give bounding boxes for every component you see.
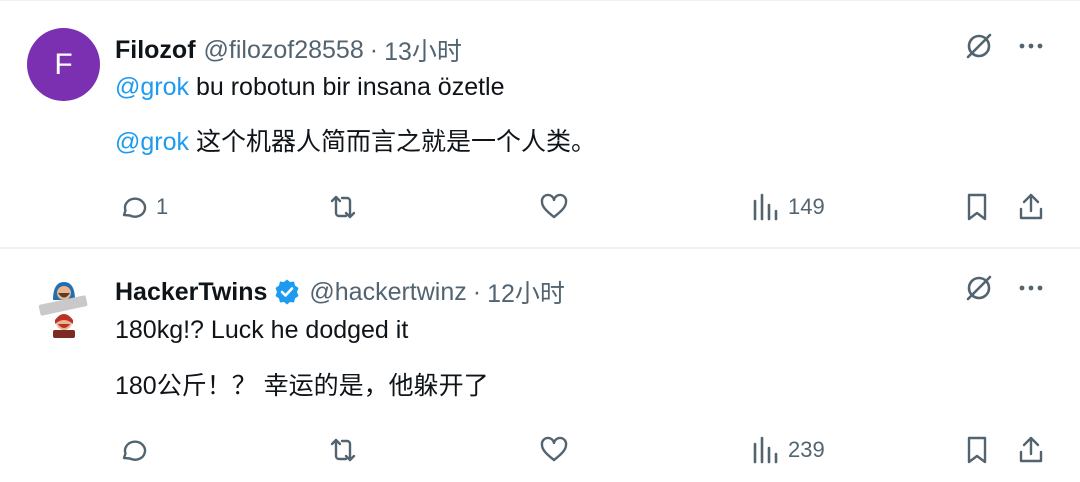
bookmark-icon xyxy=(962,434,992,466)
tweet-top-actions xyxy=(964,273,1046,303)
timestamp[interactable]: 13小时 xyxy=(384,32,462,68)
reply-button[interactable] xyxy=(116,434,156,466)
views-count: 239 xyxy=(788,437,825,462)
tweet-text: 这个机器人简而言之就是一个人类。 xyxy=(189,128,596,156)
more-icon[interactable] xyxy=(1016,273,1046,303)
views-count: 149 xyxy=(788,194,825,219)
mention-link[interactable]: @grok xyxy=(115,128,189,156)
tweet-text: bu robotun bir insana özetle xyxy=(189,73,505,101)
views-button[interactable]: 149 xyxy=(750,191,825,223)
views-icon xyxy=(750,191,780,223)
retweet-icon xyxy=(326,434,360,466)
separator-dot: · xyxy=(472,277,482,306)
share-button[interactable] xyxy=(1016,191,1046,223)
mention-link[interactable]: @grok xyxy=(115,73,189,101)
tweet-actions: 239 xyxy=(0,434,1080,470)
like-button[interactable] xyxy=(538,191,578,223)
author-handle[interactable]: @hackertwinz xyxy=(309,278,466,307)
views-button[interactable]: 239 xyxy=(750,434,825,466)
reply-icon xyxy=(116,434,148,466)
reply-button[interactable]: 1 xyxy=(116,191,168,223)
tweet-text-line: @grok bu robotun bir insana özetle xyxy=(115,73,505,102)
grok-icon[interactable] xyxy=(964,273,994,303)
bookmark-button[interactable] xyxy=(962,434,992,466)
author-name[interactable]: HackerTwins xyxy=(115,278,267,307)
tweet-top-actions xyxy=(964,31,1046,61)
grok-icon[interactable] xyxy=(964,31,994,61)
retweet-button[interactable] xyxy=(326,434,368,466)
more-icon[interactable] xyxy=(1016,31,1046,61)
avatar-hackertwins[interactable] xyxy=(27,272,100,345)
tweet-filozof[interactable]: F Filozof @filozof28558 · 13小时 @grok bu … xyxy=(0,0,1080,248)
reply-count: 1 xyxy=(156,194,169,219)
share-button[interactable] xyxy=(1016,434,1046,466)
views-icon xyxy=(750,434,780,466)
like-icon xyxy=(538,434,570,466)
like-icon xyxy=(538,191,570,223)
tweet-actions: 1 149 xyxy=(0,191,1080,227)
share-icon xyxy=(1016,434,1046,466)
tweet-header: HackerTwins @hackertwinz · 12小时 xyxy=(115,274,565,310)
share-icon xyxy=(1016,191,1046,223)
bookmark-button[interactable] xyxy=(962,191,992,223)
author-name[interactable]: Filozof xyxy=(115,36,196,65)
avatar-letter: F xyxy=(54,47,73,81)
author-handle[interactable]: @filozof28558 xyxy=(204,36,364,65)
tweet-translation-line: @grok 这个机器人简而言之就是一个人类。 xyxy=(115,122,596,158)
like-button[interactable] xyxy=(538,434,578,466)
retweet-icon xyxy=(326,191,360,223)
timestamp[interactable]: 12小时 xyxy=(487,274,565,310)
tweet-translation-text: 180公斤！？ 幸运的是，他躲开了 xyxy=(115,372,489,400)
reply-icon xyxy=(116,191,148,223)
tweet-text: 180kg!? Luck he dodged it xyxy=(115,316,409,344)
bookmark-icon xyxy=(962,191,992,223)
separator-dot: · xyxy=(369,35,379,64)
verified-badge-icon[interactable] xyxy=(273,278,301,306)
retweet-button[interactable] xyxy=(326,191,368,223)
avatar-filozof[interactable]: F xyxy=(27,28,100,101)
tweet-header: Filozof @filozof28558 · 13小时 xyxy=(115,32,462,68)
